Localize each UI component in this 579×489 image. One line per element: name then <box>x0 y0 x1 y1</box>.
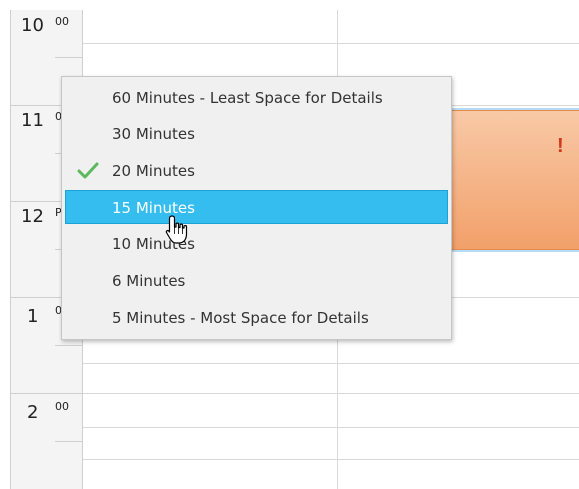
menu-item-label: 20 Minutes <box>112 162 195 180</box>
checkmark-icon <box>77 162 99 179</box>
half-hour-tick <box>55 345 83 346</box>
half-hour-tick <box>55 441 83 442</box>
menu-item-label: 30 Minutes <box>112 125 195 143</box>
hour-line <box>11 393 83 394</box>
appointment-block[interactable]: ! <box>448 110 579 250</box>
hour-label-11: 11 <box>21 110 44 131</box>
hour-label-12: 12 <box>21 206 44 227</box>
grid-line <box>83 459 579 460</box>
hand-pointer-icon <box>165 215 188 244</box>
menu-item-60-minutes[interactable]: 60 Minutes - Least Space for Details <box>65 81 448 115</box>
hour-minutes-2: 00 <box>55 400 69 413</box>
menu-item-15-minutes[interactable]: 15 Minutes <box>65 190 448 224</box>
menu-item-20-minutes[interactable]: 20 Minutes <box>65 154 448 188</box>
hour-minutes-10: 00 <box>55 15 69 28</box>
grid-line <box>83 427 579 428</box>
menu-item-label: 6 Minutes <box>112 272 186 290</box>
half-hour-tick <box>55 57 83 58</box>
menu-item-6-minutes[interactable]: 6 Minutes <box>65 264 448 298</box>
menu-item-label: 60 Minutes - Least Space for Details <box>112 89 383 107</box>
grid-line <box>83 363 579 364</box>
hour-label-1: 1 <box>27 306 39 327</box>
grid-line <box>83 43 579 44</box>
menu-item-label: 5 Minutes - Most Space for Details <box>112 309 369 327</box>
high-importance-icon: ! <box>557 135 564 157</box>
grid-line <box>83 393 579 394</box>
menu-item-30-minutes[interactable]: 30 Minutes <box>65 117 448 151</box>
hour-label-10: 10 <box>21 15 44 36</box>
menu-item-5-minutes[interactable]: 5 Minutes - Most Space for Details <box>65 301 448 335</box>
hour-label-2: 2 <box>27 402 39 423</box>
menu-item-10-minutes[interactable]: 10 Minutes <box>65 227 448 261</box>
time-scale-context-menu: 60 Minutes - Least Space for Details 30 … <box>61 76 452 340</box>
